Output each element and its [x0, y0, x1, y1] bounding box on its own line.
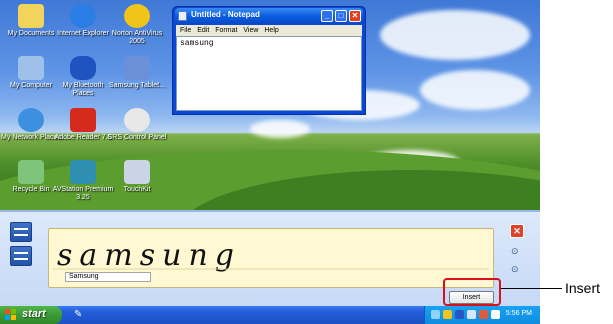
notepad-title-bar[interactable]: Untitled - Notepad _ □ ✕: [175, 8, 363, 24]
recognized-text-field[interactable]: Samsung: [65, 272, 151, 282]
tray-security-icon[interactable]: [479, 310, 488, 319]
cloud: [380, 10, 530, 60]
menu-file[interactable]: File: [180, 25, 191, 36]
clock: 5:56 PM: [505, 310, 532, 317]
input-panel-mode-keys: [6, 220, 36, 280]
callout-label: Insert: [565, 280, 601, 296]
tray-bluetooth-icon[interactable]: [455, 310, 464, 319]
tray-display-icon[interactable]: [467, 310, 476, 319]
notepad-menu-bar: File Edit Format View Help: [176, 25, 362, 36]
notepad-window[interactable]: Untitled - Notepad _ □ ✕ File Edit Forma…: [172, 6, 366, 115]
desktop-icon-internet-explorer[interactable]: Internet Explorer: [52, 4, 114, 38]
desktop-icon-samsung-tablet[interactable]: Samsung Tablet...: [106, 56, 168, 90]
menu-edit[interactable]: Edit: [197, 25, 209, 36]
computer-icon: [18, 56, 44, 80]
windows-logo-icon: [5, 309, 16, 320]
taskbar: start ✎ 5:56 PM: [0, 306, 540, 324]
speaker-icon: [124, 108, 150, 132]
desktop: My Documents Internet Explorer Norton An…: [0, 0, 540, 210]
notepad-title: Untitled - Notepad: [191, 10, 260, 19]
folder-icon: [18, 4, 44, 28]
close-button[interactable]: ✕: [349, 10, 361, 22]
help-icon[interactable]: ⊙: [511, 264, 519, 275]
adobe-reader-icon: [70, 108, 96, 132]
tablet-icon: [124, 56, 150, 80]
recycle-bin-icon: [18, 160, 44, 184]
bluetooth-icon: [70, 56, 96, 80]
start-button[interactable]: start: [0, 306, 62, 324]
notepad-content: samsung: [180, 39, 214, 48]
internet-explorer-icon: [70, 4, 96, 28]
tray-network-icon[interactable]: [431, 310, 440, 319]
keyboard-mode-button[interactable]: [10, 246, 32, 266]
desktop-icon-touchkit[interactable]: TouchKit: [106, 160, 168, 194]
tray-volume-icon[interactable]: [491, 310, 500, 319]
norton-icon: [124, 4, 150, 28]
menu-format[interactable]: Format: [215, 25, 237, 36]
notepad-icon: [178, 11, 187, 21]
touchkit-icon: [124, 160, 150, 184]
cloud: [420, 70, 530, 110]
maximize-button[interactable]: □: [335, 10, 347, 22]
menu-help[interactable]: Help: [264, 25, 278, 36]
desktop-icon-avstation[interactable]: AVStation Premium 3.25: [52, 160, 114, 202]
desktop-icon-bluetooth-places[interactable]: My Bluetooth Places: [52, 56, 114, 98]
callout-line: [501, 288, 562, 289]
minimize-button[interactable]: _: [321, 10, 333, 22]
screenshot: My Documents Internet Explorer Norton An…: [0, 0, 540, 324]
desktop-icon-norton-antivirus[interactable]: Norton AntiVirus 2005: [106, 4, 168, 46]
input-panel-pen-icon[interactable]: ✎: [74, 309, 86, 321]
handwriting-text: samsung: [57, 238, 241, 273]
writing-pad-mode-button[interactable]: [10, 222, 32, 242]
start-label: start: [22, 308, 46, 320]
system-tray: 5:56 PM: [424, 306, 540, 324]
insert-button[interactable]: Insert: [449, 291, 494, 304]
input-panel-close-button[interactable]: ✕: [510, 224, 524, 238]
desktop-icon-srs-control-panel[interactable]: SRS Control Panel: [106, 108, 168, 142]
notepad-text-area[interactable]: samsung: [176, 36, 362, 111]
avstation-icon: [70, 160, 96, 184]
cloud: [250, 120, 310, 138]
options-icon[interactable]: ⊙: [511, 246, 519, 257]
menu-view[interactable]: View: [243, 25, 258, 36]
writing-pad[interactable]: samsung Samsung: [48, 228, 494, 288]
input-panel: samsung Samsung ✕ ⊙ ⊙ Insert: [0, 210, 540, 306]
network-icon: [18, 108, 44, 132]
desktop-icon-adobe-reader[interactable]: Adobe Reader 7.0: [52, 108, 114, 142]
tray-norton-icon[interactable]: [443, 310, 452, 319]
input-panel-right-controls: ✕ ⊙ ⊙: [505, 220, 535, 290]
